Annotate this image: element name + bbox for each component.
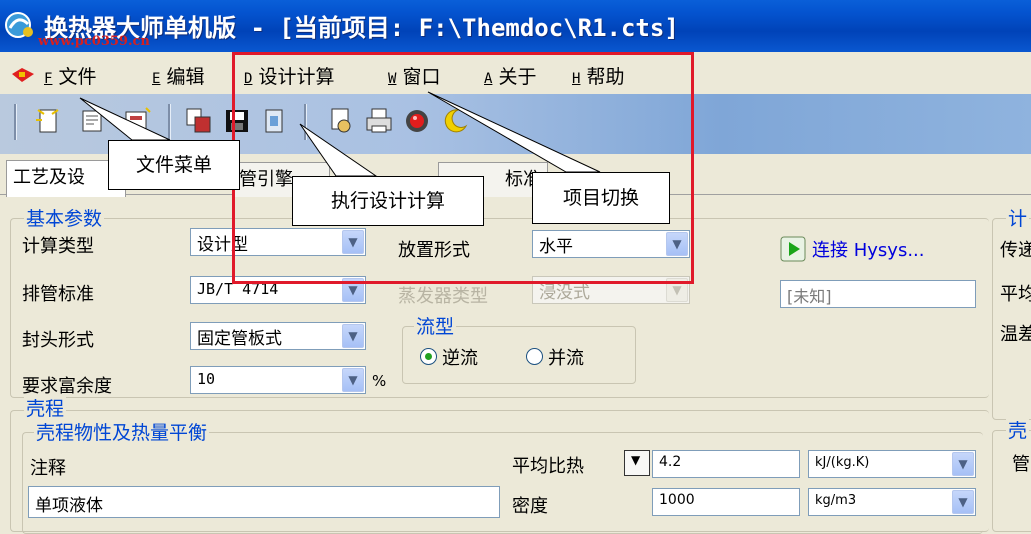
watermark-text: www.pc0359.cn — [38, 34, 150, 49]
open-file-icon[interactable] — [184, 106, 214, 136]
title-bar[interactable]: 换热器大师单机版 - [当前项目: F:\Themdoc\R1.cts] www… — [0, 0, 1031, 52]
temp-diff-label: 温差 — [1000, 324, 1031, 345]
calc-type-label: 计算类型 — [22, 236, 94, 257]
density-input[interactable]: 1000 — [652, 488, 800, 516]
density-unit-value: kg/m3 — [815, 493, 857, 508]
triangle-down-icon: ▼ — [631, 453, 641, 467]
margin-value: 10 — [197, 370, 216, 388]
transfer-label: 传递 — [1000, 240, 1031, 261]
density-unit-select[interactable]: kg/m3 ▼ — [808, 488, 976, 516]
flow-counter-radio[interactable] — [420, 348, 437, 365]
design-calc-callout: 执行设计计算 — [292, 176, 484, 226]
connect-hysys-link[interactable]: 连接 Hysys... — [812, 236, 924, 262]
specific-heat-label: 平均比热 — [512, 456, 584, 477]
shell-right-sub: 管 — [1012, 454, 1030, 475]
flow-type-title: 流型 — [414, 312, 457, 339]
app-logo-icon — [5, 12, 33, 38]
shell-props-group — [22, 432, 983, 534]
menu-edit-label: 编辑 — [166, 66, 205, 88]
density-value: 1000 — [659, 492, 695, 508]
new-document-icon[interactable] — [78, 106, 108, 136]
chevron-down-icon[interactable]: ▼ — [342, 368, 364, 392]
project-switch-callout: 项目切换 — [532, 172, 670, 224]
specific-heat-unit-value: kJ/(kg.K) — [815, 455, 870, 470]
margin-unit: % — [372, 372, 387, 390]
chevron-down-icon[interactable]: ▼ — [952, 452, 974, 476]
average-label: 平均 — [1000, 284, 1031, 305]
menu-file-hotkey: F — [44, 71, 53, 87]
menu-file-label: 文件 — [58, 66, 97, 88]
head-type-value: 固定管板式 — [197, 329, 282, 349]
shell-right-group — [992, 430, 1031, 532]
chevron-down-icon[interactable]: ▼ — [342, 324, 364, 348]
specific-heat-dropdown-button[interactable]: ▼ — [624, 450, 650, 476]
note-label: 注释 — [30, 458, 66, 479]
file-menu-callout: 文件菜单 — [108, 140, 240, 190]
flow-counter-label[interactable]: 逆流 — [442, 344, 478, 370]
shell-side-title: 壳程 — [24, 394, 67, 421]
basic-params-title: 基本参数 — [24, 204, 105, 231]
flow-parallel-radio[interactable] — [526, 348, 543, 365]
app-menu-icon[interactable] — [10, 66, 36, 84]
shell-props-title: 壳程物性及热量平衡 — [34, 418, 210, 445]
new-template-icon[interactable] — [122, 106, 152, 136]
specific-heat-input[interactable]: 4.2 — [652, 450, 800, 478]
chevron-down-icon[interactable]: ▼ — [952, 490, 974, 514]
specific-heat-value: 4.2 — [659, 454, 682, 470]
flow-parallel-label[interactable]: 并流 — [548, 344, 584, 370]
tube-standard-label: 排管标准 — [22, 284, 94, 305]
menu-edit[interactable]: E 编辑 — [152, 62, 204, 89]
toolbar-grip — [14, 104, 17, 140]
toolbar-separator — [168, 104, 171, 140]
new-file-icon[interactable] — [34, 106, 64, 136]
connection-status-value: [未知] — [787, 287, 832, 306]
menu-file[interactable]: F 文件 — [44, 62, 96, 89]
specific-heat-unit-select[interactable]: kJ/(kg.K) ▼ — [808, 450, 976, 478]
connection-status-field: [未知] — [780, 280, 976, 308]
highlight-box — [232, 52, 694, 284]
calc-result-title: 计 — [1006, 204, 1030, 231]
density-label: 密度 — [512, 496, 548, 517]
play-icon[interactable] — [780, 236, 806, 262]
margin-select[interactable]: 10 ▼ — [190, 366, 366, 394]
shell-right-title: 壳 — [1006, 416, 1030, 443]
evaporator-type-label: 蒸发器类型 — [398, 286, 488, 307]
head-type-label: 封头形式 — [22, 330, 94, 351]
note-input[interactable]: 单项液体 — [28, 486, 500, 518]
head-type-select[interactable]: 固定管板式 ▼ — [190, 322, 366, 350]
menu-edit-hotkey: E — [152, 71, 161, 87]
